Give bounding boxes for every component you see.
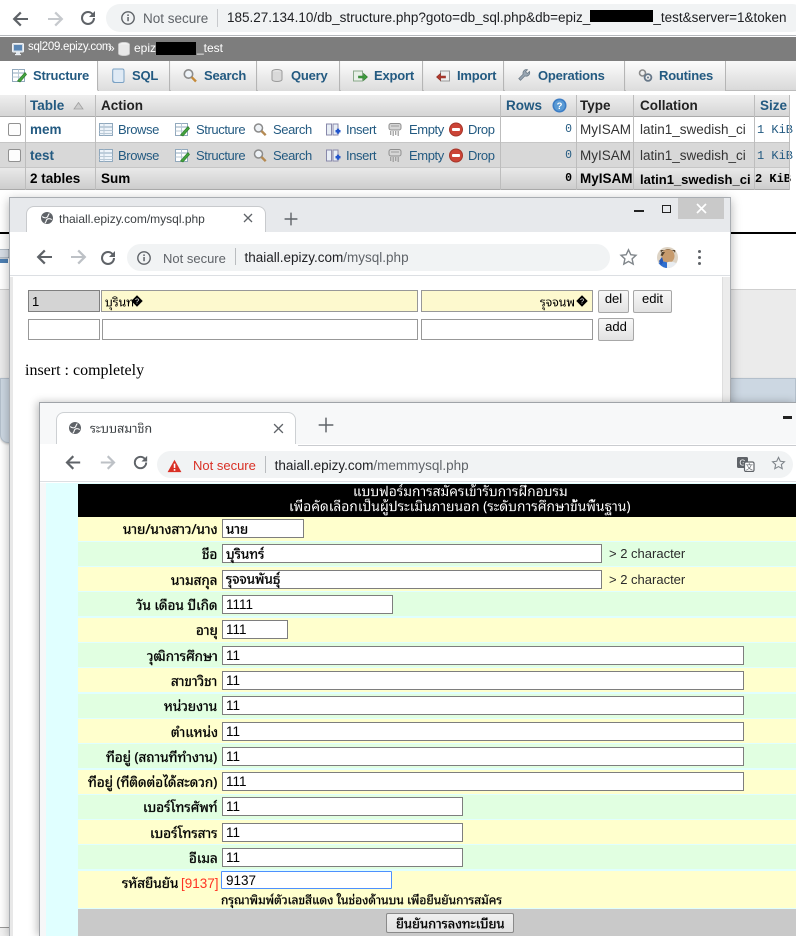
svg-text:?: ? xyxy=(580,297,584,306)
svg-text:文: 文 xyxy=(745,461,753,471)
svg-text:?: ? xyxy=(557,101,563,112)
svg-text:?: ? xyxy=(135,297,139,306)
